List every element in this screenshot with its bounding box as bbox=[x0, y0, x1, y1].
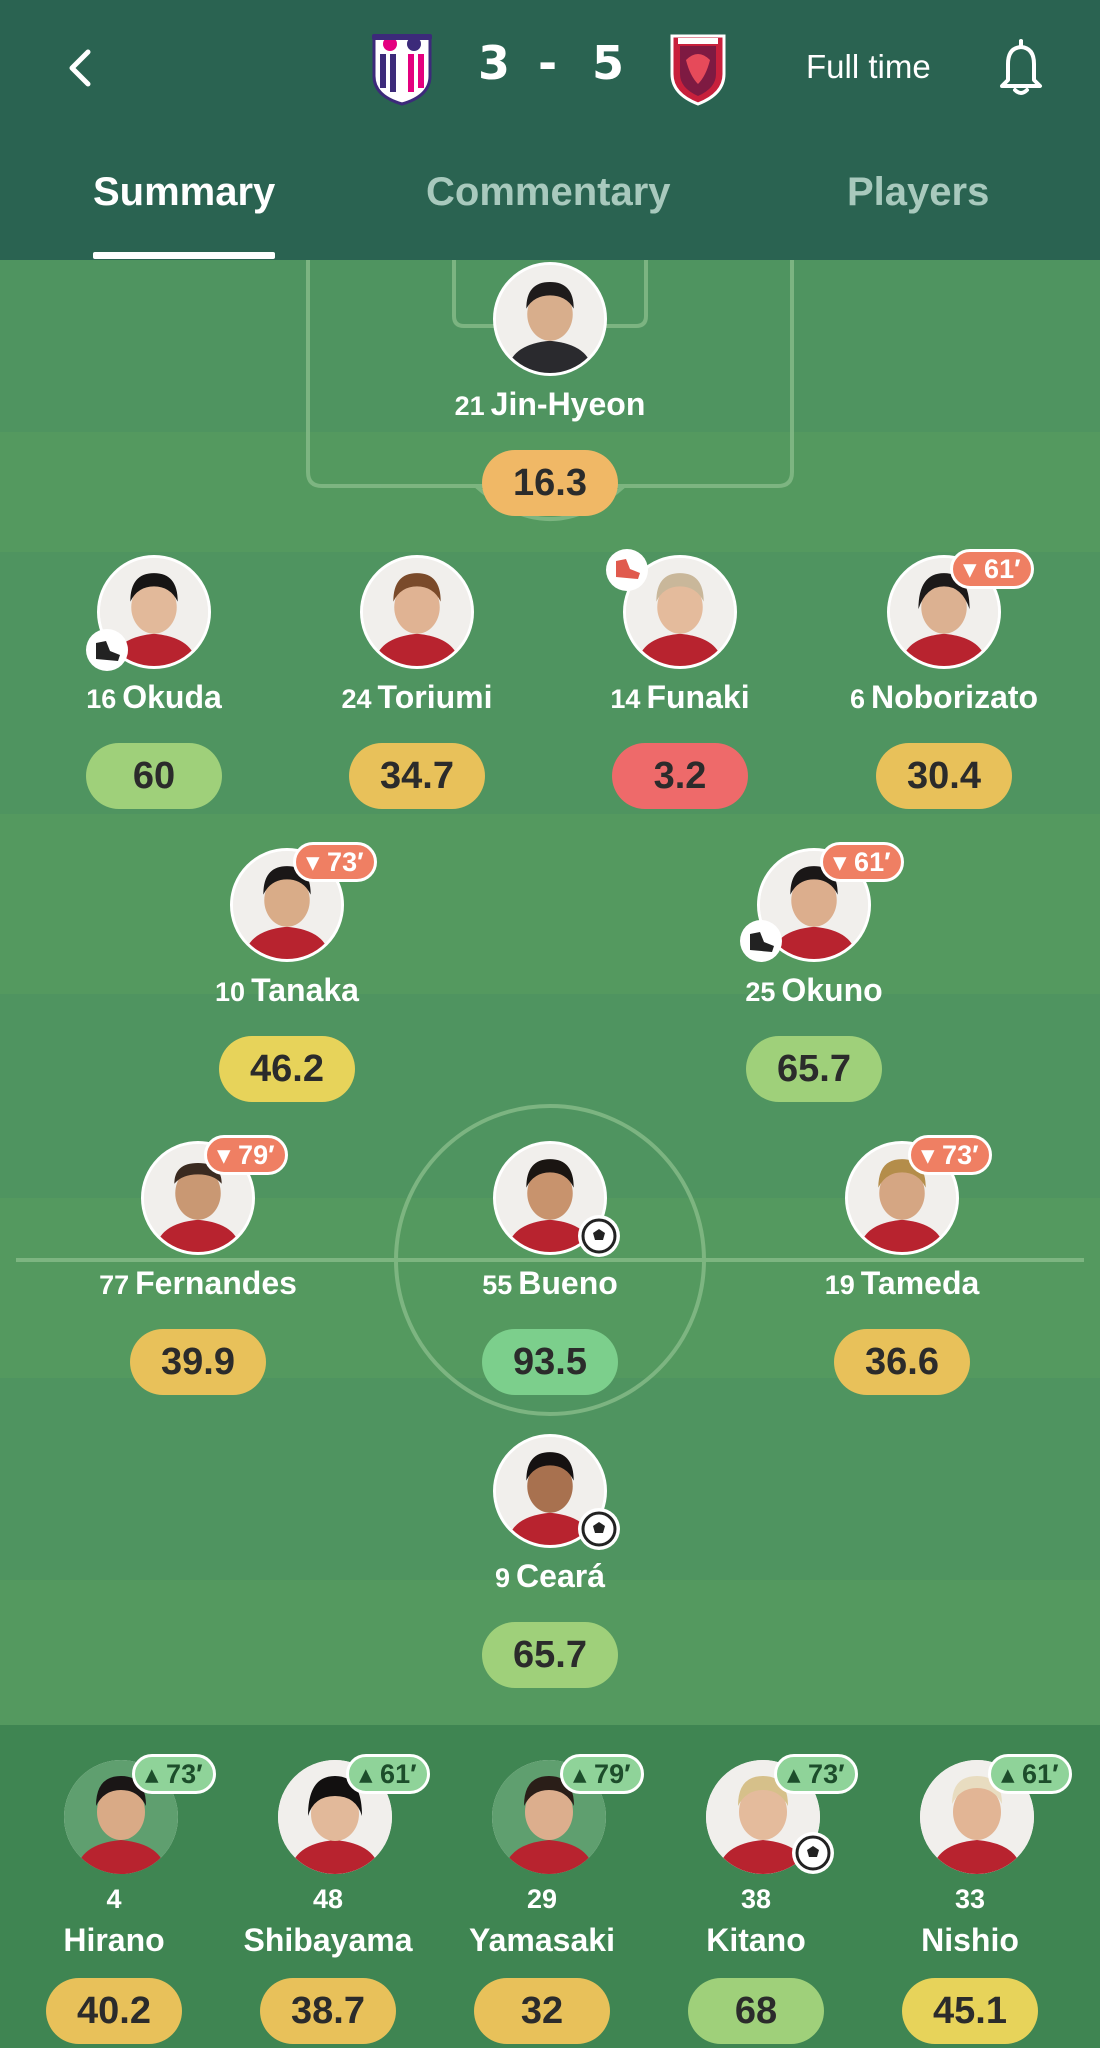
match-status: Full time bbox=[806, 48, 931, 85]
away-score: 5 bbox=[592, 36, 625, 90]
boot-icon bbox=[740, 920, 782, 962]
player-rating: 32 bbox=[474, 1978, 610, 2044]
player-rating: 45.1 bbox=[902, 1978, 1038, 2044]
substitution-in-badge: ▴ 61′ bbox=[346, 1754, 430, 1794]
player-rating: 16.3 bbox=[482, 450, 618, 516]
player-name: 16 Okuda bbox=[86, 679, 222, 715]
player-rating: 93.5 bbox=[482, 1329, 618, 1395]
tab-players[interactable]: Players bbox=[847, 170, 989, 215]
player-name: Nishio bbox=[921, 1922, 1019, 1958]
boot-icon bbox=[86, 629, 128, 671]
active-tab-indicator bbox=[93, 252, 275, 259]
player-rating: 34.7 bbox=[349, 743, 485, 809]
substitution-out-badge: ▾ 73′ bbox=[293, 842, 377, 882]
player-number: 29 bbox=[526, 1884, 558, 1914]
player-name: 77 Fernandes bbox=[99, 1265, 297, 1301]
player-name: Kitano bbox=[706, 1922, 806, 1958]
bell-icon[interactable] bbox=[996, 38, 1046, 98]
tab-commentary[interactable]: Commentary bbox=[426, 170, 671, 215]
substitution-out-badge: ▾ 61′ bbox=[950, 549, 1034, 589]
player-name: 14 Funaki bbox=[610, 679, 750, 715]
ball-icon bbox=[578, 1508, 620, 1550]
player-name: 6 Noborizato bbox=[849, 679, 1039, 715]
substitution-in-badge: ▴ 61′ bbox=[988, 1754, 1072, 1794]
player-name: 24 Toriumi bbox=[341, 679, 493, 715]
substitution-in-badge: ▴ 79′ bbox=[560, 1754, 644, 1794]
player-rating: 38.7 bbox=[260, 1978, 396, 2044]
home-score: 3 bbox=[478, 36, 511, 90]
player-rating: 68 bbox=[688, 1978, 824, 2044]
substitution-in-badge: ▴ 73′ bbox=[132, 1754, 216, 1794]
player-name: Shibayama bbox=[243, 1922, 413, 1958]
score-separator: - bbox=[538, 36, 558, 90]
player-name: 9 Ceará bbox=[495, 1558, 605, 1594]
player-number: 4 bbox=[106, 1884, 122, 1914]
player-name: 19 Tameda bbox=[824, 1265, 980, 1301]
tab-summary[interactable]: Summary bbox=[93, 170, 275, 215]
player-rating: 3.2 bbox=[612, 743, 748, 809]
player-rating: 60 bbox=[86, 743, 222, 809]
substitution-in-badge: ▴ 73′ bbox=[774, 1754, 858, 1794]
home-team-crest-icon[interactable] bbox=[366, 30, 438, 106]
substitution-out-badge: ▾ 61′ bbox=[820, 842, 904, 882]
player-name: Yamasaki bbox=[469, 1922, 615, 1958]
player-rating: 65.7 bbox=[482, 1622, 618, 1688]
player-name: Hirano bbox=[63, 1922, 165, 1958]
player-rating: 65.7 bbox=[746, 1036, 882, 1102]
player-number: 38 bbox=[740, 1884, 772, 1914]
substitution-out-badge: ▾ 73′ bbox=[908, 1135, 992, 1175]
red-boot-icon bbox=[606, 549, 648, 591]
player-name: 21 Jin-Hyeon bbox=[454, 386, 646, 422]
player-rating: 46.2 bbox=[219, 1036, 355, 1102]
player-rating: 36.6 bbox=[834, 1329, 970, 1395]
player-number: 33 bbox=[954, 1884, 986, 1914]
match-header: 3 - 5 Full time Summary Commentary Playe… bbox=[0, 0, 1100, 260]
player-avatar bbox=[360, 555, 474, 669]
player-rating: 40.2 bbox=[46, 1978, 182, 2044]
back-arrow-icon[interactable] bbox=[62, 46, 102, 90]
player-avatar bbox=[493, 262, 607, 376]
player-rating: 39.9 bbox=[130, 1329, 266, 1395]
player-name: 55 Bueno bbox=[482, 1265, 618, 1301]
away-team-crest-icon[interactable] bbox=[662, 30, 734, 106]
ball-icon bbox=[792, 1832, 834, 1874]
player-number: 48 bbox=[312, 1884, 344, 1914]
ball-icon bbox=[578, 1215, 620, 1257]
substitution-out-badge: ▾ 79′ bbox=[204, 1135, 288, 1175]
player-rating: 30.4 bbox=[876, 743, 1012, 809]
player-name: 10 Tanaka bbox=[215, 972, 359, 1008]
player-name: 25 Okuno bbox=[745, 972, 883, 1008]
